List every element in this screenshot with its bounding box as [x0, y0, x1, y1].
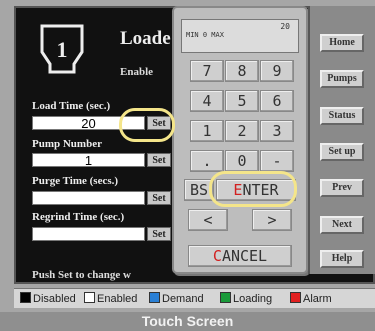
- help-button[interactable]: Help: [320, 250, 364, 268]
- legend-swatch: [20, 292, 31, 303]
- pump-number-input[interactable]: 1: [32, 153, 145, 168]
- caption-label: Touch Screen: [0, 312, 375, 331]
- prev-button[interactable]: Prev: [320, 179, 364, 197]
- set-highlight-callout: [119, 108, 175, 142]
- key-8[interactable]: 8: [225, 60, 259, 82]
- key-6[interactable]: 6: [260, 90, 294, 112]
- keypad-display-value: 20: [280, 22, 290, 31]
- keypad-display-range: MIN 0 MAX: [186, 31, 224, 39]
- right-arrow-key[interactable]: >: [252, 209, 292, 231]
- keypad-display: 20 MIN 0 MAX: [181, 19, 299, 53]
- pump-number-label: Pump Number: [32, 138, 102, 150]
- enter-highlight-callout: [209, 171, 297, 207]
- key-3[interactable]: 3: [260, 120, 294, 142]
- station-status: Enable: [120, 66, 154, 78]
- legend-swatch: [149, 292, 160, 303]
- station-number: 1: [57, 37, 68, 62]
- load-time-label: Load Time (sec.): [32, 100, 111, 112]
- cancel-key[interactable]: CANCEL: [188, 245, 292, 267]
- station-title: Loade: [120, 28, 171, 49]
- legend-swatch: [84, 292, 95, 303]
- status-legend: Disabled Enabled Demand Loading Alarm: [14, 288, 375, 308]
- regrind-time-set-button[interactable]: Set: [147, 227, 171, 241]
- key-0[interactable]: 0: [225, 150, 259, 172]
- numeric-keypad: 20 MIN 0 MAX 7 8 9 4 5 6 1 2 3 . 0 - BS …: [172, 6, 308, 274]
- key-2[interactable]: 2: [225, 120, 259, 142]
- key-decimal[interactable]: .: [190, 150, 224, 172]
- pump-number-set-button[interactable]: Set: [147, 153, 171, 167]
- next-button[interactable]: Next: [320, 216, 364, 234]
- key-7[interactable]: 7: [190, 60, 224, 82]
- key-4[interactable]: 4: [190, 90, 224, 112]
- hopper-icon: 1: [40, 24, 84, 74]
- left-arrow-key[interactable]: <: [188, 209, 228, 231]
- nav-column: Home Pumps Status Set up Prev Next Help: [308, 6, 375, 274]
- key-5[interactable]: 5: [225, 90, 259, 112]
- purge-time-input[interactable]: [32, 191, 145, 205]
- purge-time-set-button[interactable]: Set: [147, 191, 171, 205]
- key-minus[interactable]: -: [260, 150, 294, 172]
- home-button[interactable]: Home: [320, 34, 364, 52]
- legend-demand: Demand: [149, 292, 204, 306]
- legend-alarm: Alarm: [290, 292, 332, 306]
- key-9[interactable]: 9: [260, 60, 294, 82]
- legend-enabled: Enabled: [84, 292, 137, 306]
- panel-frame: 1 Loade Enable Load Time (sec.) 20 Set P…: [0, 0, 375, 331]
- pumps-button[interactable]: Pumps: [320, 70, 364, 88]
- legend-swatch: [220, 292, 231, 303]
- status-button[interactable]: Status: [320, 107, 364, 125]
- legend-swatch: [290, 292, 301, 303]
- legend-loading: Loading: [220, 292, 272, 306]
- regrind-time-input[interactable]: [32, 227, 145, 241]
- purge-time-label: Purge Time (secs.): [32, 175, 119, 187]
- setup-button[interactable]: Set up: [320, 143, 364, 161]
- regrind-time-label: Regrind Time (sec.): [32, 211, 125, 223]
- instruction-text: Push Set to change w: [32, 269, 132, 281]
- key-1[interactable]: 1: [190, 120, 224, 142]
- legend-disabled: Disabled: [20, 292, 76, 306]
